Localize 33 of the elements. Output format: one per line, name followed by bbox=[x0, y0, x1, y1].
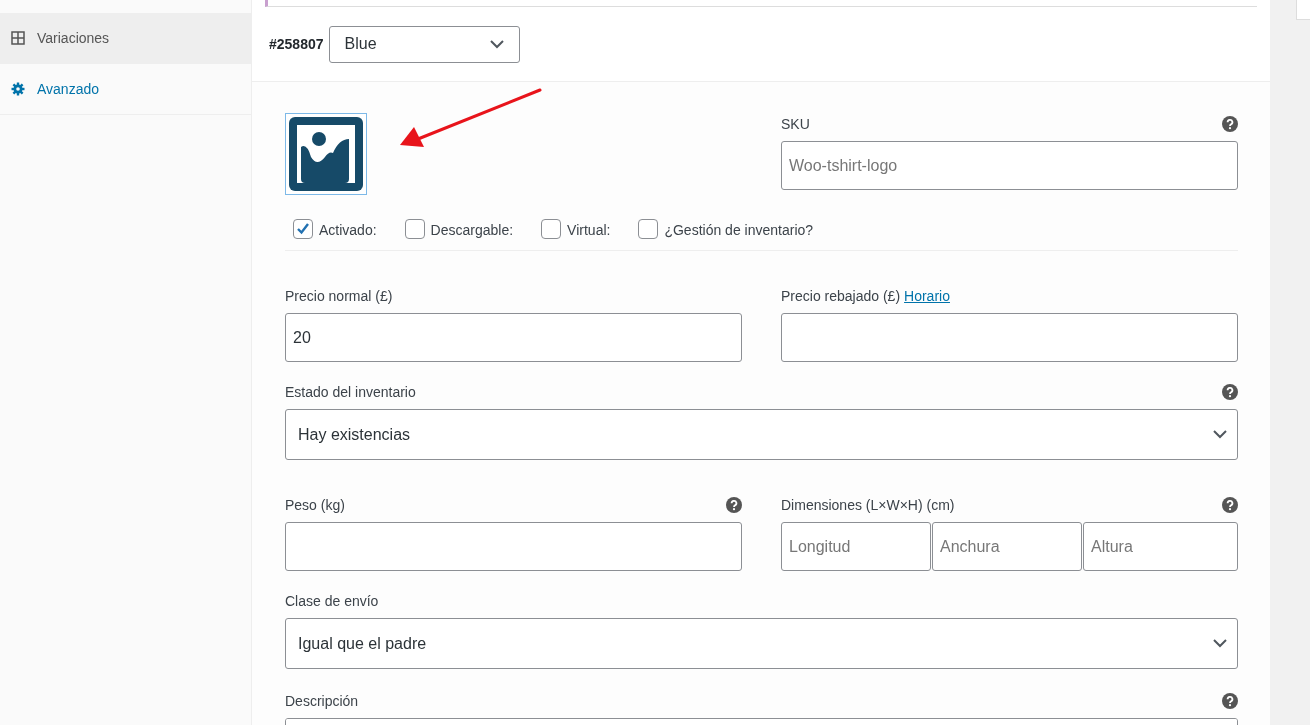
field-label: Clase de envío bbox=[285, 592, 379, 611]
side-panel bbox=[1296, 0, 1310, 20]
sidebar-tab[interactable]: Variaciones bbox=[0, 13, 251, 64]
image-upload-button[interactable] bbox=[285, 113, 367, 195]
field-label: Precio rebajado (£) bbox=[781, 287, 901, 306]
field-label: Descripción bbox=[285, 692, 359, 711]
stock-status-select[interactable]: Hay existencias bbox=[285, 409, 1238, 460]
image-placeholder-icon bbox=[289, 117, 363, 191]
field-label: Peso (kg) bbox=[285, 496, 345, 515]
field-label: SKU bbox=[781, 115, 810, 134]
grid-icon bbox=[11, 31, 25, 45]
dimension-field[interactable]: Longitud bbox=[781, 522, 931, 571]
variation-id: #258807 bbox=[269, 34, 324, 54]
chevron-down-icon bbox=[1213, 430, 1227, 439]
chevron-down-icon bbox=[1213, 639, 1227, 648]
sku-field[interactable]: Woo-tshirt-logo bbox=[781, 141, 1238, 190]
dimension-field[interactable]: Anchura bbox=[932, 522, 1082, 571]
checkbox[interactable]: Descargable: bbox=[404, 216, 514, 241]
settings-icon bbox=[11, 82, 25, 96]
schedule-link[interactable]: Horario bbox=[904, 286, 950, 307]
shipping-class-select[interactable]: Igual que el padre bbox=[285, 618, 1238, 669]
chevron-down-icon bbox=[489, 39, 504, 49]
dimension-field[interactable]: Altura bbox=[1083, 522, 1238, 571]
checkbox[interactable]: ¿Gestión de inventario? bbox=[638, 216, 814, 241]
weight-field[interactable] bbox=[285, 522, 742, 571]
sale-price-field[interactable] bbox=[781, 313, 1238, 362]
price-field[interactable]: 20 bbox=[285, 313, 742, 362]
field-label: Precio normal (£) bbox=[285, 287, 393, 306]
field-label: Estado del inventario bbox=[285, 383, 416, 402]
attribute-select[interactable]: Blue bbox=[328, 25, 520, 63]
checkbox[interactable]: Virtual: bbox=[541, 216, 611, 241]
checkbox[interactable]: Activado: bbox=[293, 216, 377, 241]
field-label: Dimensiones (L×W×H) (cm) bbox=[781, 496, 955, 515]
